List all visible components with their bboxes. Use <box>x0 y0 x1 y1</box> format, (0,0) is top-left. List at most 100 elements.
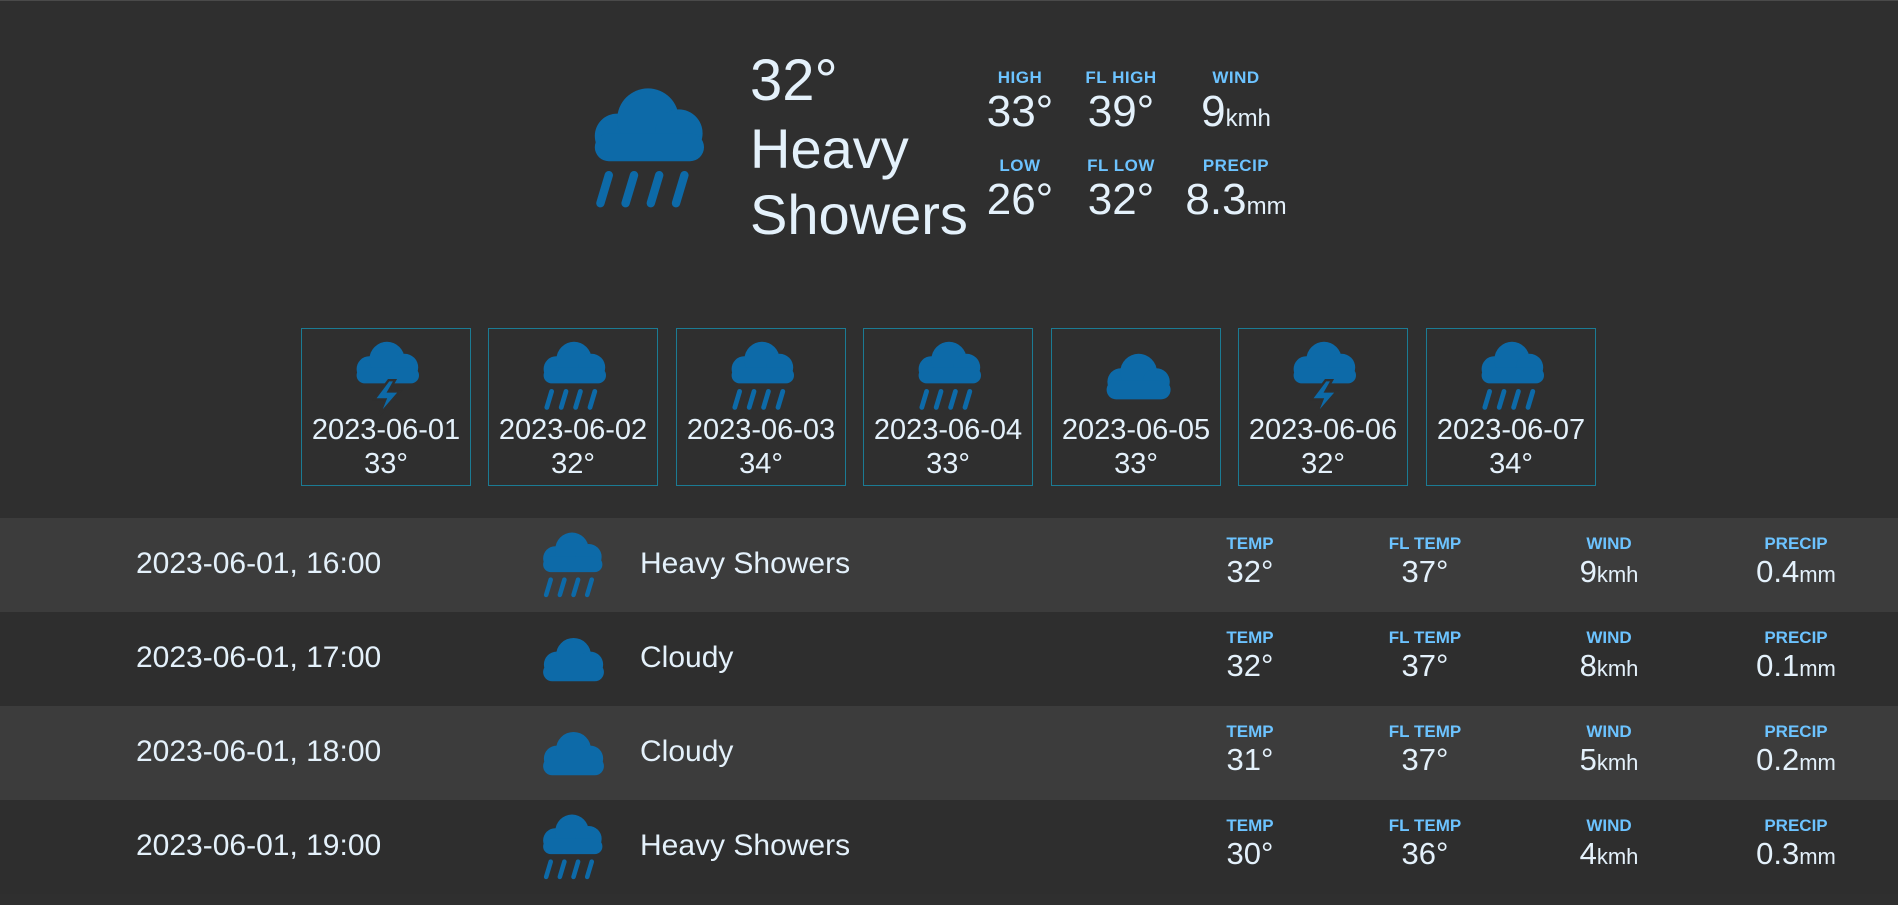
hour-stat-value: 30° <box>1226 836 1274 871</box>
hour-stat-label: TEMP <box>1226 816 1274 835</box>
hour-stat-value: 0.4mm <box>1736 554 1856 593</box>
day-card[interactable]: 2023-06-02 32° <box>488 328 658 486</box>
day-temp: 33° <box>926 448 970 480</box>
day-date: 2023-06-01 <box>311 414 461 446</box>
day-card[interactable]: 2023-06-07 34° <box>1426 328 1596 486</box>
day-temp: 32° <box>551 448 595 480</box>
hour-stat-value: 0.2mm <box>1736 742 1856 781</box>
hour-stat-value: 32° <box>1226 554 1274 589</box>
cloud-icon <box>532 716 612 792</box>
stat-high: HIGH 33° <box>965 68 1075 136</box>
hour-stat-label: WIND <box>1586 628 1632 647</box>
stat-number: 8.3 <box>1185 175 1247 224</box>
hour-time: 2023-06-01, 18:00 <box>136 735 382 768</box>
hour-time: 2023-06-01, 19:00 <box>136 829 382 862</box>
heavy-rain-icon <box>532 810 612 886</box>
hour-stat-label: WIND <box>1586 722 1632 741</box>
stat-fl-high: FL HIGH 39° <box>1066 68 1176 136</box>
hour-description: Cloudy <box>640 735 734 768</box>
hour-stat-number: 0.1 <box>1756 648 1800 683</box>
stat-value: 26° <box>986 175 1054 224</box>
hour-description: Heavy Showers <box>640 829 851 862</box>
hour-stat-unit: kmh <box>1596 562 1639 587</box>
heavy-rain-icon <box>534 337 614 417</box>
hour-stat-label: PRECIP <box>1764 722 1828 741</box>
top-divider <box>0 0 1898 1</box>
hour-stat-label: TEMP <box>1226 722 1274 741</box>
day-date: 2023-06-02 <box>498 414 648 446</box>
hour-stat-label: FL TEMP <box>1388 628 1462 647</box>
hour-precip: PRECIP 0.2mm <box>1736 722 1856 781</box>
day-card[interactable]: 2023-06-05 33° <box>1051 328 1221 486</box>
hour-stat-label: WIND <box>1586 816 1632 835</box>
cloud-icon <box>1097 337 1177 417</box>
hour-wind: WIND 8kmh <box>1549 628 1669 687</box>
hour-stat-value: 5kmh <box>1549 742 1669 781</box>
day-temp: 33° <box>1114 448 1158 480</box>
current-weather: 32° Heavy Showers HIGH 33° FL HIGH 39° W… <box>570 40 1310 260</box>
stat-value: 39° <box>1087 87 1155 136</box>
hour-description: Heavy Showers <box>640 547 851 580</box>
hour-stat-value: 0.1mm <box>1736 648 1856 687</box>
hour-fl-temp: FL TEMP 37° <box>1365 722 1485 778</box>
stat-label: FL HIGH <box>1085 68 1157 87</box>
stat-precip: PRECIP 8.3mm <box>1181 156 1291 231</box>
hourly-row[interactable]: 2023-06-01, 19:00 Heavy Showers TEMP 30°… <box>0 800 1898 894</box>
day-card[interactable]: 2023-06-03 34° <box>676 328 846 486</box>
stat-label: WIND <box>1212 68 1260 87</box>
heavy-rain-icon <box>909 337 989 417</box>
stat-unit: kmh <box>1225 105 1271 132</box>
day-card[interactable]: 2023-06-01 33° <box>301 328 471 486</box>
hour-time: 2023-06-01, 17:00 <box>136 641 382 674</box>
current-temperature: 32° <box>750 48 838 113</box>
hour-precip: PRECIP 0.1mm <box>1736 628 1856 687</box>
hour-stat-number: 0.2 <box>1756 742 1800 777</box>
hour-temp: TEMP 30° <box>1190 816 1310 872</box>
hourly-row[interactable]: 2023-06-01, 18:00 Cloudy TEMP 31° FL TEM… <box>0 706 1898 800</box>
hour-stat-value: 37° <box>1401 742 1449 777</box>
hour-stat-label: WIND <box>1586 534 1632 553</box>
hour-stat-number: 5 <box>1579 742 1597 777</box>
hour-stat-value: 32° <box>1226 648 1274 683</box>
hour-stat-unit: kmh <box>1596 750 1639 775</box>
stat-wind: WIND 9kmh <box>1181 68 1291 143</box>
hour-stat-label: PRECIP <box>1764 628 1828 647</box>
hour-fl-temp: FL TEMP 37° <box>1365 534 1485 590</box>
hourly-row[interactable]: 2023-06-01, 17:00 Cloudy TEMP 32° FL TEM… <box>0 612 1898 706</box>
hour-stat-value: 36° <box>1401 836 1449 871</box>
heavy-rain-icon <box>578 80 718 220</box>
day-card[interactable]: 2023-06-06 32° <box>1238 328 1408 486</box>
hour-stat-value: 31° <box>1226 742 1274 777</box>
hour-stat-number: 0.4 <box>1756 554 1800 589</box>
hour-fl-temp: FL TEMP 37° <box>1365 628 1485 684</box>
hour-temp: TEMP 32° <box>1190 534 1310 590</box>
stat-unit: mm <box>1246 193 1287 220</box>
hour-precip: PRECIP 0.4mm <box>1736 534 1856 593</box>
heavy-rain-icon <box>532 528 612 604</box>
hour-stat-value: 9kmh <box>1549 554 1669 593</box>
hour-stat-label: FL TEMP <box>1388 816 1462 835</box>
day-temp: 33° <box>364 448 408 480</box>
hour-stat-unit: kmh <box>1596 844 1639 869</box>
hour-stat-unit: mm <box>1799 562 1836 587</box>
hour-temp: TEMP 32° <box>1190 628 1310 684</box>
hourly-row[interactable]: 2023-06-01, 16:00 Heavy Showers TEMP 32°… <box>0 518 1898 612</box>
hour-stat-value: 37° <box>1401 648 1449 683</box>
hour-stat-value: 37° <box>1401 554 1449 589</box>
hour-stat-value: 8kmh <box>1549 648 1669 687</box>
hour-stat-label: PRECIP <box>1764 816 1828 835</box>
stat-label: LOW <box>999 156 1041 175</box>
hour-wind: WIND 9kmh <box>1549 534 1669 593</box>
hour-stat-number: 4 <box>1579 836 1597 871</box>
hour-wind: WIND 5kmh <box>1549 722 1669 781</box>
hour-wind: WIND 4kmh <box>1549 816 1669 875</box>
thunderstorm-icon <box>1284 337 1364 417</box>
stat-number: 9 <box>1201 87 1226 136</box>
day-card[interactable]: 2023-06-04 33° <box>863 328 1033 486</box>
hour-stat-label: FL TEMP <box>1388 534 1462 553</box>
stat-label: FL LOW <box>1087 156 1155 175</box>
heavy-rain-icon <box>1472 337 1552 417</box>
hour-stat-unit: mm <box>1799 844 1836 869</box>
hour-stat-number: 0.3 <box>1756 836 1800 871</box>
hour-stat-label: PRECIP <box>1764 534 1828 553</box>
